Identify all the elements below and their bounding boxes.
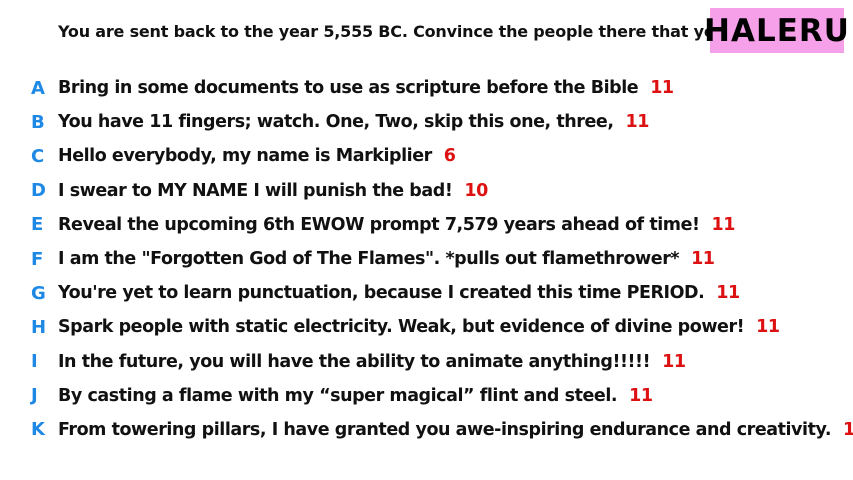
response-entry: Hello everybody, my name is Markiplier 6 <box>58 146 456 166</box>
response-letter: D <box>31 180 46 202</box>
prompt-text: You are sent back to the year 5,555 BC. … <box>58 22 810 41</box>
response-letter: B <box>31 111 45 133</box>
response-text: From towering pillars, I have granted yo… <box>58 419 832 440</box>
response-entry: Spark people with static electricity. We… <box>58 317 780 337</box>
response-entry: From towering pillars, I have granted yo… <box>58 420 853 440</box>
response-letter: G <box>31 282 46 304</box>
response-entry: You're yet to learn punctuation, because… <box>58 283 740 303</box>
response-letter: I <box>31 351 38 373</box>
response-score: 10 <box>464 180 488 201</box>
response-text: By casting a flame with my “super magica… <box>58 385 618 406</box>
response-entry: In the future, you will have the ability… <box>58 352 686 372</box>
response-entry: I swear to MY NAME I will punish the bad… <box>58 181 488 201</box>
response-list: A Bring in some documents to use as scri… <box>0 71 853 447</box>
response-row: D I swear to MY NAME I will punish the b… <box>0 174 853 208</box>
response-row: K From towering pillars, I have granted … <box>0 413 853 447</box>
response-text: Bring in some documents to use as script… <box>58 78 639 99</box>
response-letter: C <box>31 145 45 167</box>
response-text: You're yet to learn punctuation, because… <box>58 283 705 304</box>
response-letter: H <box>31 316 47 338</box>
response-text: You have 11 fingers; watch. One, Two, sk… <box>58 112 614 133</box>
contestant-name: HALERU <box>704 12 850 49</box>
response-text: Hello everybody, my name is Markiplier <box>58 146 432 167</box>
response-row: E Reveal the upcoming 6th EWOW prompt 7,… <box>0 208 853 242</box>
response-row: J By casting a flame with my “super magi… <box>0 379 853 413</box>
response-row: A Bring in some documents to use as scri… <box>0 71 853 105</box>
response-letter: K <box>31 419 45 441</box>
response-row: H Spark people with static electricity. … <box>0 310 853 344</box>
response-letter: E <box>31 214 44 236</box>
response-entry: I am the "Forgotten God of The Flames". … <box>58 249 715 269</box>
response-letter: F <box>31 248 44 270</box>
response-text: Reveal the upcoming 6th EWOW prompt 7,57… <box>58 214 700 235</box>
response-entry: By casting a flame with my “super magica… <box>58 386 653 406</box>
response-score: 11 <box>629 385 653 406</box>
response-letter: A <box>31 77 45 99</box>
response-text: Spark people with static electricity. We… <box>58 317 745 338</box>
response-score: 11 <box>662 351 686 372</box>
response-score: 11 <box>691 249 715 270</box>
response-text: In the future, you will have the ability… <box>58 351 651 372</box>
response-score: 11 <box>756 317 780 338</box>
response-text: I swear to MY NAME I will punish the bad… <box>58 180 453 201</box>
contestant-badge: HALERU <box>704 8 849 53</box>
response-score: 11 <box>716 283 740 304</box>
response-score: 11 <box>650 78 674 99</box>
response-score: 11 <box>843 419 853 440</box>
response-row: I In the future, you will have the abili… <box>0 345 853 379</box>
response-entry: Reveal the upcoming 6th EWOW prompt 7,57… <box>58 215 735 235</box>
response-entry: You have 11 fingers; watch. One, Two, sk… <box>58 112 649 132</box>
response-score: 11 <box>625 112 650 133</box>
response-letter: J <box>31 385 38 407</box>
response-text: I am the "Forgotten God of The Flames". … <box>58 249 680 270</box>
response-score: 6 <box>443 146 456 167</box>
response-score: 11 <box>711 214 736 235</box>
response-row: B You have 11 fingers; watch. One, Two, … <box>0 105 853 139</box>
response-row: F I am the "Forgotten God of The Flames"… <box>0 242 853 276</box>
response-row: G You're yet to learn punctuation, becau… <box>0 276 853 310</box>
response-row: C Hello everybody, my name is Markiplier… <box>0 139 853 173</box>
response-entry: Bring in some documents to use as script… <box>58 78 674 98</box>
